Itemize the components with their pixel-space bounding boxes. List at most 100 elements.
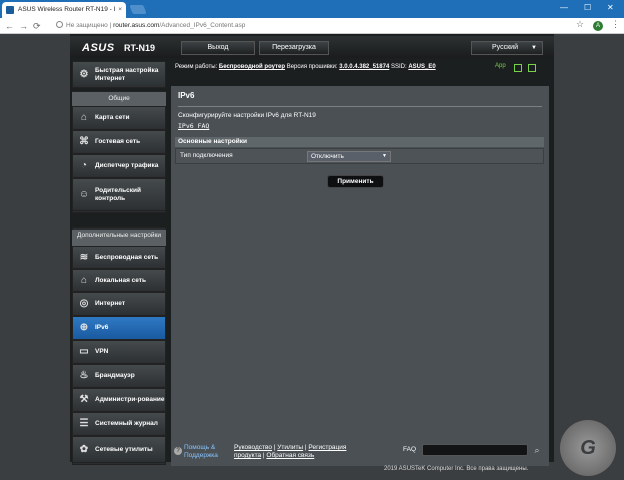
utilities-link[interactable]: Утилиты — [277, 444, 303, 451]
router-model: RT-N19 — [124, 43, 156, 53]
sidebar-item-label: Интернет — [95, 300, 126, 307]
page-title: IPv6 — [178, 91, 195, 100]
help-icon: ? — [174, 447, 182, 455]
chevron-down-icon: ▼ — [531, 45, 537, 51]
network-status-icon[interactable] — [528, 64, 536, 72]
sidebar-item-label: Брандмауэр — [95, 372, 135, 379]
footer-links: Руководство | Утилиты | Регистрация прод… — [234, 444, 347, 459]
sidebar-item-wan[interactable]: ◎ Интернет — [72, 292, 166, 316]
language-value: Русский — [492, 44, 518, 51]
traffic-manager-icon: ◔ — [80, 160, 88, 171]
faq-search-input[interactable] — [422, 444, 528, 456]
firewall-icon: ♨ — [79, 370, 89, 381]
reload-icon[interactable]: ⟳ — [33, 20, 41, 32]
sidebar-item-traffic-manager[interactable]: ◔ Диспетчер трафика — [72, 154, 166, 178]
logout-button[interactable]: Выход — [181, 41, 255, 55]
sidebar-item-lan[interactable]: ⌂ Локальная сеть — [72, 269, 166, 292]
minimize-button[interactable]: — — [560, 3, 568, 12]
status-bar: Режим работы: Беспроводной роутер Версия… — [171, 60, 549, 74]
sidebar-item-label: Локальная сеть — [95, 276, 146, 284]
ipv6-icon: ⊕ — [79, 322, 89, 333]
guest-network-icon: ⌘ — [79, 136, 89, 147]
firmware-link[interactable]: 3.0.0.4.382_51874 — [339, 64, 389, 70]
parental-control-icon: ☺ — [78, 188, 90, 200]
reboot-button[interactable]: Перезагрузка — [259, 41, 329, 55]
new-tab-button[interactable] — [129, 5, 147, 14]
sidebar-item-network-map[interactable]: ⌂ Карта сети — [72, 106, 166, 130]
mode-link[interactable]: Беспроводной роутер — [219, 64, 285, 70]
ipv6-faq-link[interactable]: IPv6 FAQ — [178, 122, 209, 130]
url-path: /Advanced_IPv6_Content.asp — [159, 22, 246, 29]
sidebar-item-label: Администри-рование — [95, 396, 165, 403]
connection-type-select[interactable]: Отключить ▼ — [307, 151, 391, 162]
browser-menu-icon[interactable]: ⋮ — [611, 19, 620, 30]
administration-icon: ⚒ — [79, 394, 89, 405]
language-select[interactable]: Русский ▼ — [471, 41, 543, 55]
mode-label: Режим работы: — [175, 64, 218, 70]
network-tools-icon: ✿ — [79, 443, 89, 455]
sidebar-item-vpn[interactable]: ▭ VPN — [72, 340, 166, 364]
title-divider — [178, 106, 542, 107]
address-bar: ← → ⟳ Не защищено | router.asus.com/Adva… — [0, 18, 624, 34]
router-footer: ? Помощь & Поддержка Руководство | Утили… — [171, 439, 549, 463]
connection-type-value: Отключить — [311, 153, 344, 160]
sidebar-item-quick-setup[interactable]: ⚙ Быстрая настройка Интернет — [72, 61, 166, 88]
connection-type-row: Тип подключения Отключить ▼ — [175, 148, 544, 164]
app-link[interactable]: App — [495, 63, 506, 69]
vpn-icon: ▭ — [79, 346, 89, 357]
sidebar-item-network-tools[interactable]: ✿ Сетевые утилиты — [72, 436, 166, 463]
ssid-link[interactable]: ASUS_E0 — [408, 64, 435, 70]
url-host: router.asus.com — [113, 22, 160, 29]
sidebar-item-label: Карта сети — [95, 114, 130, 121]
apply-button[interactable]: Применить — [327, 175, 384, 188]
sidebar-item-guest-network[interactable]: ⌘ Гостевая сеть — [72, 130, 166, 154]
ssid-label: SSID: — [390, 64, 407, 70]
sidebar-item-wireless[interactable]: ≋ Беспроводная сеть — [72, 246, 166, 269]
network-map-icon: ⌂ — [80, 112, 88, 123]
profile-avatar[interactable]: A — [593, 21, 603, 31]
tab-close-icon[interactable]: × — [118, 2, 122, 18]
sidebar-item-ipv6[interactable]: ⊕ IPv6 — [72, 316, 166, 340]
wireless-icon: ≋ — [79, 251, 89, 263]
bookmark-star-icon[interactable]: ☆ — [576, 19, 584, 30]
browser-tab-bar: ASUS Wireless Router RT-N19 - I × — ☐ ✕ — [0, 0, 624, 18]
security-label: Не защищено — [66, 22, 108, 29]
sidebar-item-label: IPv6 — [95, 324, 109, 331]
watermark-logo: G — [560, 420, 616, 476]
sidebar-item-label: Сетевые утилиты — [95, 445, 153, 453]
browser-tab[interactable]: ASUS Wireless Router RT-N19 - I × — [2, 2, 126, 18]
back-arrow-icon[interactable]: ← — [5, 20, 14, 32]
firmware-label: Версия прошивки: — [286, 64, 338, 70]
sidebar-item-label: Быстрая настройка Интернет — [95, 66, 159, 82]
sidebar-item-label: Гостевая сеть — [95, 138, 141, 145]
tab-title: ASUS Wireless Router RT-N19 - I — [18, 6, 116, 13]
copyright: 2019 ASUSTeK Computer Inc. Все права защ… — [384, 466, 529, 472]
section-header: Основные настройки — [175, 137, 544, 147]
sidebar-item-system-log[interactable]: ☰ Системный журнал — [72, 412, 166, 436]
sidebar-item-label: Беспроводная сеть — [95, 253, 159, 261]
router-top-bar: ASUS RT-N19 Выход Перезагрузка Русский ▼ — [70, 36, 554, 58]
sidebar-item-administration[interactable]: ⚒ Администри-рование — [72, 388, 166, 412]
usb-status-icon[interactable] — [514, 64, 522, 72]
system-log-icon: ☰ — [79, 418, 89, 429]
close-window-button[interactable]: ✕ — [607, 3, 614, 12]
asus-logo: ASUS — [82, 42, 115, 54]
sidebar-item-label: VPN — [95, 348, 109, 355]
sidebar-item-firewall[interactable]: ♨ Брандмауэр — [72, 364, 166, 388]
connection-type-label: Тип подключения — [180, 152, 233, 159]
sidebar-item-label: Родительский контроль — [95, 186, 141, 202]
search-icon[interactable]: ⌕ — [530, 444, 544, 456]
feedback-link[interactable]: Обратная связь — [266, 452, 314, 459]
maximize-button[interactable]: ☐ — [584, 3, 591, 12]
url-field[interactable]: Не защищено | router.asus.com/Advanced_I… — [56, 20, 576, 32]
info-icon[interactable] — [56, 21, 63, 28]
sidebar-item-label: Диспетчер трафика — [95, 162, 159, 169]
router-frame: ASUS RT-N19 Выход Перезагрузка Русский ▼ … — [70, 34, 554, 466]
manual-link[interactable]: Руководство — [234, 444, 272, 451]
page-description: Сконфигурируйте настройки IPv6 для RT-N1… — [178, 112, 316, 119]
wan-icon: ◎ — [79, 298, 89, 309]
sidebar-item-parental-control[interactable]: ☺ Родительский контроль — [72, 178, 166, 211]
forward-arrow-icon[interactable]: → — [19, 20, 28, 32]
faq-label: FAQ — [403, 446, 417, 453]
help-label: Помощь & Поддержка — [184, 444, 218, 459]
